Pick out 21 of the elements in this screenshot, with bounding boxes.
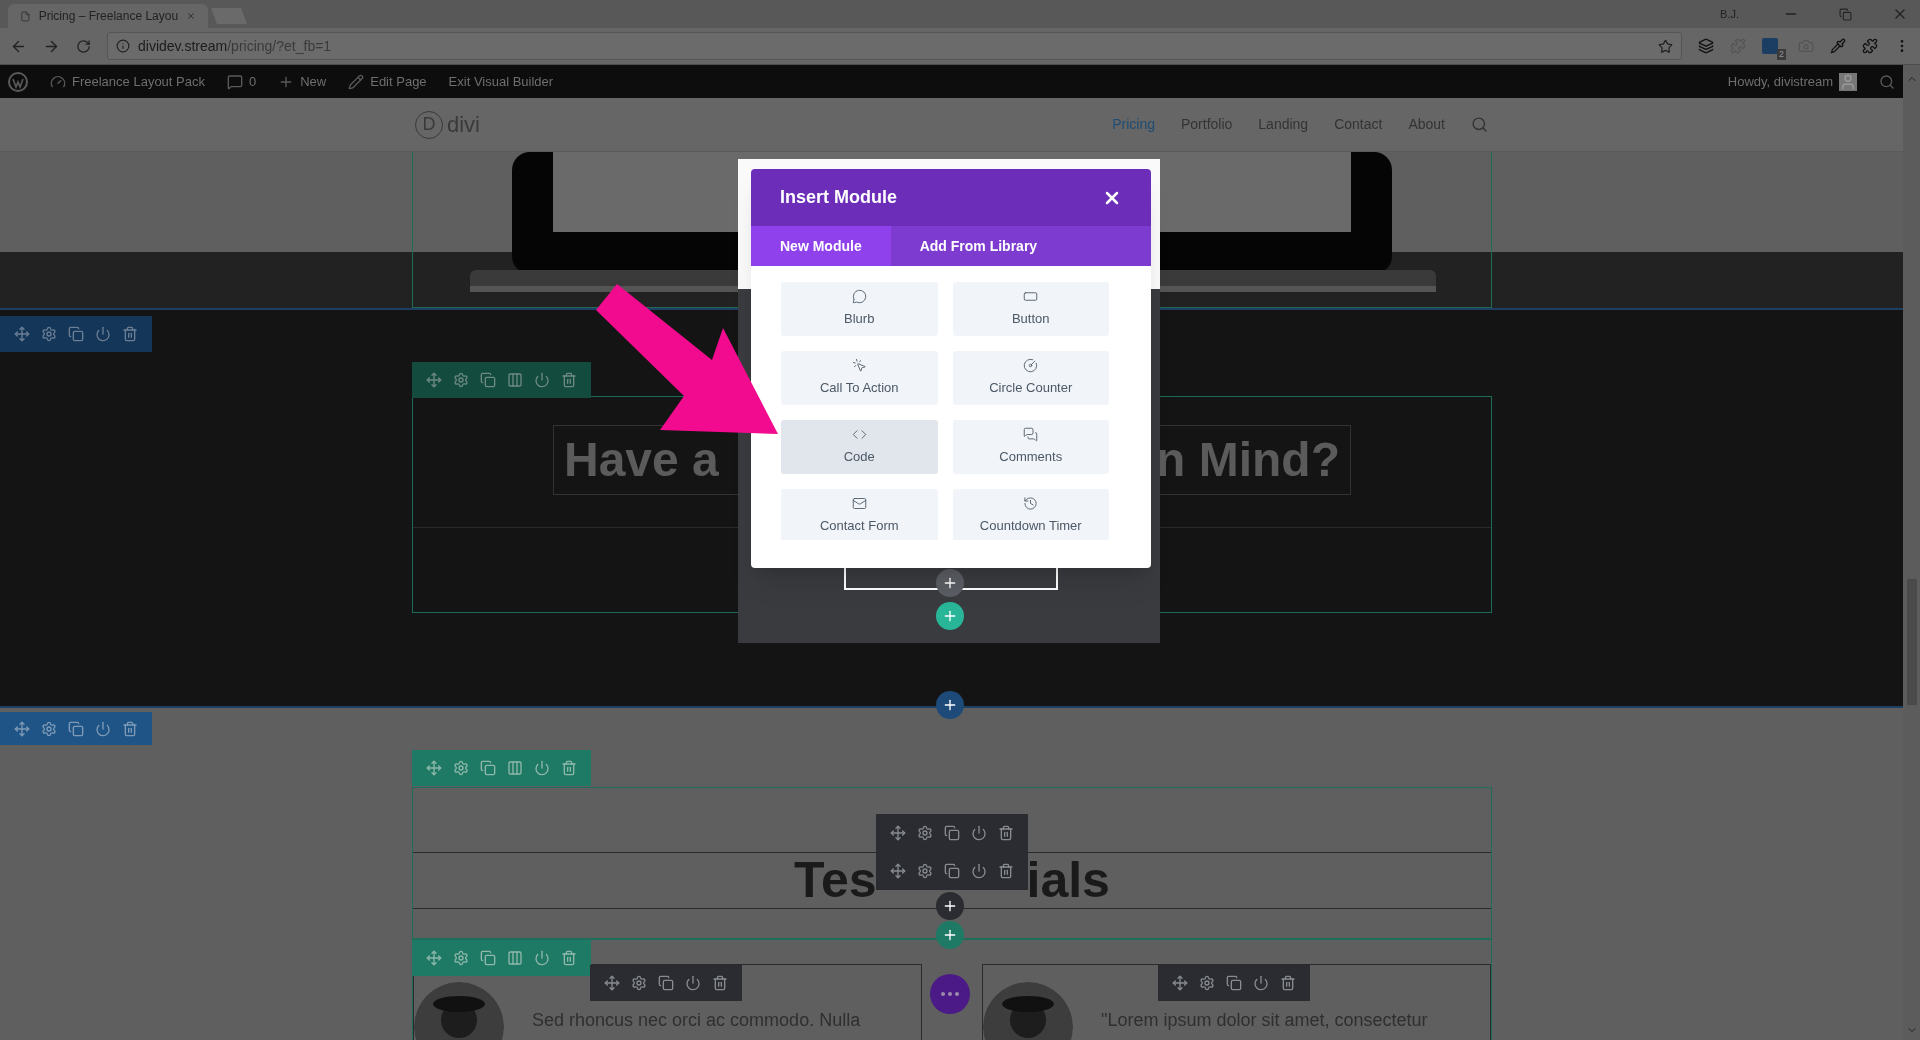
module-option[interactable]: Circle Counter <box>952 351 1109 405</box>
module-option[interactable]: Button <box>952 282 1109 336</box>
admin-bar-item[interactable]: 0 <box>226 71 257 92</box>
module-option[interactable]: Code <box>781 420 938 474</box>
module-option[interactable]: Call To Action <box>781 351 938 405</box>
dialog-title: Insert Module <box>780 186 897 209</box>
browser-tab[interactable]: Pricing – Freelance Layou <box>8 4 208 28</box>
extension-badge: 2 <box>1777 49 1786 60</box>
heading: Tes <box>794 851 877 910</box>
greeting[interactable]: Howdy, divistream <box>1727 71 1833 92</box>
heading: ials <box>1026 851 1110 910</box>
module-option[interactable]: Comments <box>952 420 1109 474</box>
dialog-tab[interactable]: New Module <box>751 226 891 266</box>
module-option[interactable]: Contact Form <box>781 489 938 540</box>
module-option[interactable]: Countdown Timer <box>952 489 1109 540</box>
admin-bar-item[interactable]: Exit Visual Builder <box>448 71 554 92</box>
heading: Have a <box>564 432 719 488</box>
admin-bar-item[interactable]: Freelance Layout Pack <box>50 71 205 92</box>
admin-bar-item[interactable]: New <box>278 71 327 92</box>
module-option[interactable]: Blurb <box>781 282 938 336</box>
admin-bar-item[interactable]: Edit Page <box>348 71 427 92</box>
